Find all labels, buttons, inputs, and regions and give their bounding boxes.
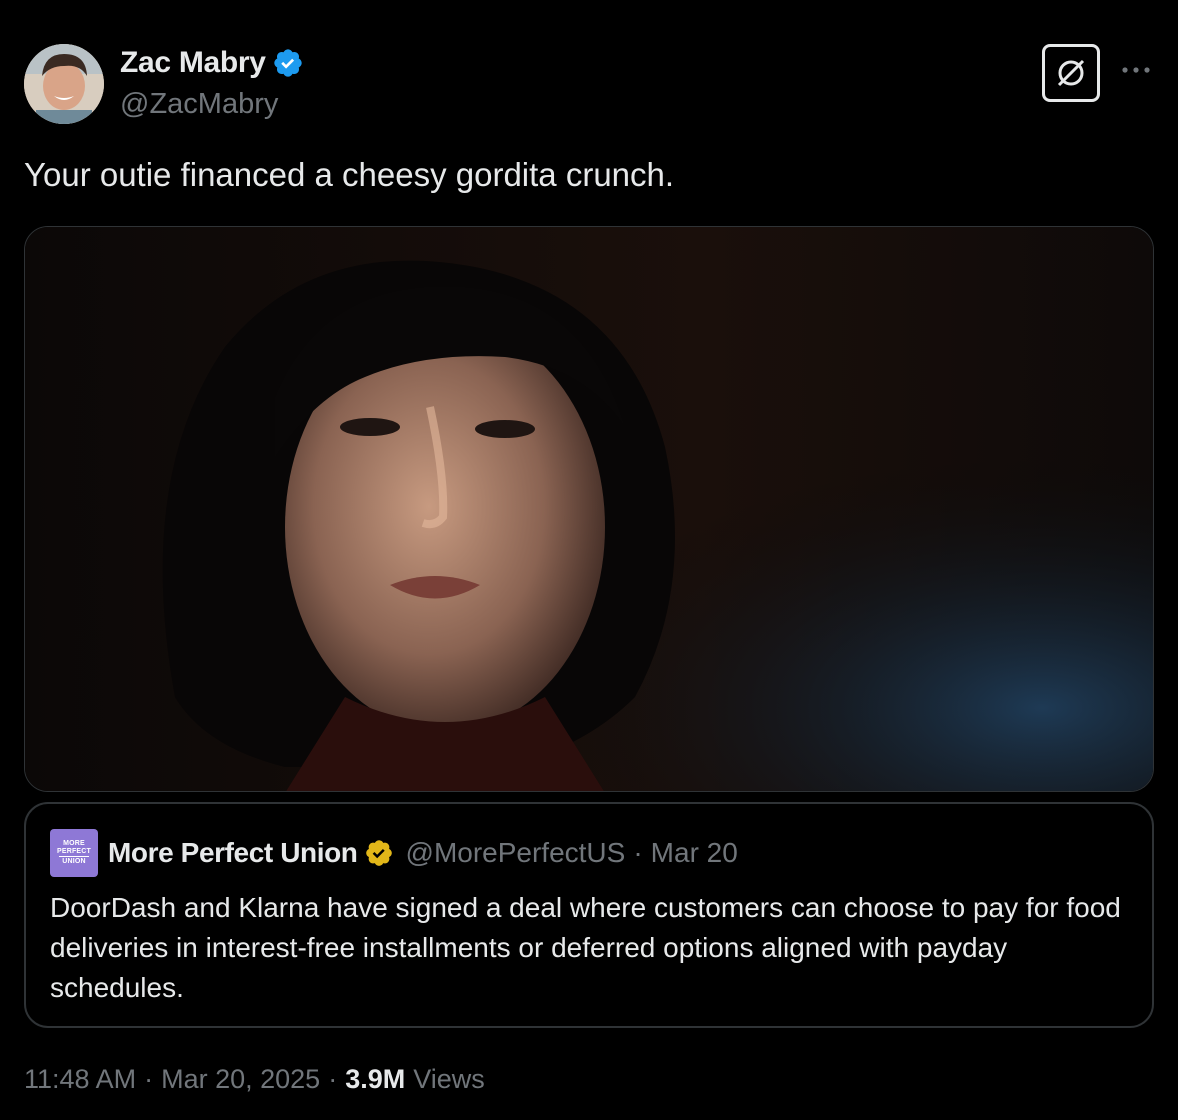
avatar[interactable] [24,44,104,124]
gold-check-icon [365,840,392,866]
grok-button[interactable] [1042,44,1100,102]
author-handle[interactable]: @ZacMabry [120,88,278,121]
tweet-meta: 11:48 AM · Mar 20, 2025 · 3.9M Views [24,1064,485,1095]
more-options-icon [1122,67,1150,73]
views-count[interactable]: 3.9M [345,1064,405,1095]
separator-dot: · [144,1064,154,1094]
tweet-media-photo[interactable] [24,226,1154,792]
quoted-tweet-date[interactable]: Mar 20 [651,837,738,869]
tweet-time[interactable]: 11:48 AM [24,1064,136,1095]
logo-text-line: MORE [63,840,85,848]
tweet-text: Your outie financed a cheesy gordita cru… [24,156,675,193]
views-label: Views [413,1064,485,1094]
quoted-author-logo[interactable]: MORE PERFECT UNION [50,829,98,877]
logo-text-line: PERFECT [56,847,92,855]
more-options-button[interactable] [1118,52,1154,88]
quoted-author-handle[interactable]: @MorePerfectUS [406,837,626,869]
separator-dot: · [328,1064,338,1094]
logo-text-line: UNION [62,858,86,866]
quoted-tweet-text: DoorDash and Klarna have signed a deal w… [50,892,1121,1003]
blue-check-icon [274,49,302,77]
quoted-author-name[interactable]: More Perfect Union [108,837,358,869]
tweet-header: Zac Mabry @ZacMabry [24,44,1154,126]
quoted-tweet-header: MORE PERFECT UNION More Perfect Union @M… [50,828,738,878]
logo-rule [59,856,89,858]
separator-dot: · [633,837,643,868]
author-name-line: Zac Mabry [120,46,304,80]
author-display-name[interactable]: Zac Mabry [120,46,266,80]
quoted-tweet[interactable]: MORE PERFECT UNION More Perfect Union @M… [24,802,1154,1028]
grok-icon [1057,59,1085,87]
tweet-date[interactable]: Mar 20, 2025 [161,1064,320,1095]
